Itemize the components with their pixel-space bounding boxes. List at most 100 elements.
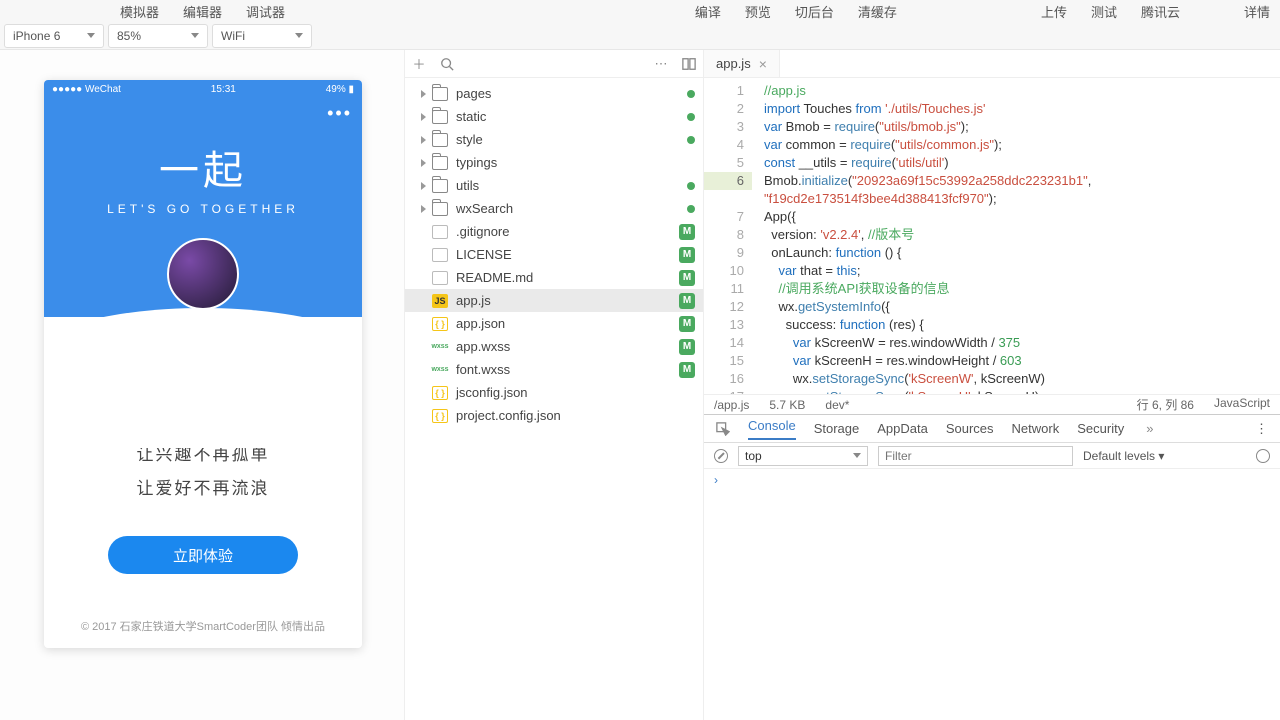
menu-item[interactable]: 调试器: [246, 2, 285, 21]
menu-item[interactable]: 编辑器: [183, 2, 222, 21]
console-prompt: ›: [714, 473, 718, 487]
device-select[interactable]: iPhone 6: [4, 24, 104, 48]
code-editor[interactable]: 123456789101112131415161718 //app.jsimpo…: [704, 78, 1280, 394]
devtools-tab-console[interactable]: Console: [748, 418, 796, 440]
chevron-down-icon: [87, 33, 95, 38]
network-select[interactable]: WiFi: [212, 24, 312, 48]
devtools-tab-security[interactable]: Security: [1077, 421, 1124, 436]
file-tree-item[interactable]: { }jsconfig.json: [405, 381, 703, 404]
caret-icon: [421, 182, 426, 190]
menu-item[interactable]: 测试: [1091, 2, 1117, 21]
devtools-panel: Console Storage AppData Sources Network …: [704, 414, 1280, 720]
avatar: [167, 238, 239, 310]
search-icon[interactable]: [439, 56, 455, 72]
split-icon[interactable]: [681, 56, 697, 72]
caret-icon: [421, 205, 426, 213]
app-title: 一起: [44, 128, 362, 196]
console-body[interactable]: ›: [704, 469, 1280, 720]
inspect-icon[interactable]: [716, 422, 730, 436]
menu-item[interactable]: 预览: [745, 2, 771, 21]
file-tree-item[interactable]: style: [405, 128, 703, 151]
file-tree-item[interactable]: utils: [405, 174, 703, 197]
file-name: static: [456, 109, 486, 124]
json-icon: { }: [432, 409, 448, 423]
more-icon[interactable]: ⋯: [653, 56, 669, 72]
caret-icon: [421, 159, 426, 167]
slogan-line-2: 让爱好不再流浪: [44, 472, 362, 506]
clear-console-icon[interactable]: [714, 449, 728, 463]
file-tree-item[interactable]: .gitignoreM: [405, 220, 703, 243]
menu-item[interactable]: 腾讯云: [1141, 2, 1180, 21]
file-tree-item[interactable]: JSapp.jsM: [405, 289, 703, 312]
devtools-tab-storage[interactable]: Storage: [814, 421, 860, 436]
zoom-select[interactable]: 85%: [108, 24, 208, 48]
tab-label: app.js: [716, 56, 751, 71]
json-icon: { }: [432, 386, 448, 400]
status-badge: M: [679, 270, 695, 286]
status-badge: M: [679, 247, 695, 263]
js-icon: JS: [432, 294, 448, 308]
menu-item[interactable]: 详情: [1244, 2, 1270, 21]
chevron-down-icon: [191, 33, 199, 38]
file-tree-item[interactable]: static: [405, 105, 703, 128]
log-levels-select[interactable]: Default levels ▾: [1083, 449, 1164, 463]
status-badge: [687, 113, 695, 121]
file-name: utils: [456, 178, 479, 193]
file-icon: [432, 248, 448, 262]
settings-icon[interactable]: [1256, 449, 1270, 463]
file-tree-item[interactable]: { }app.jsonM: [405, 312, 703, 335]
caret-icon: [421, 90, 426, 98]
file-tree-item[interactable]: README.md M: [405, 266, 703, 289]
file-name: LICENSE: [456, 247, 512, 262]
more-icon[interactable]: •••: [327, 103, 352, 124]
devtools-tab-sources[interactable]: Sources: [946, 421, 994, 436]
editor-statusbar: /app.js 5.7 KB dev* 行 6, 列 86 JavaScript: [704, 394, 1280, 414]
status-badge: [687, 90, 695, 98]
time-label: 15:31: [211, 84, 236, 95]
folder-icon: [432, 202, 448, 216]
devtools-tab-network[interactable]: Network: [1012, 421, 1060, 436]
folder-icon: [432, 156, 448, 170]
file-size: 5.7 KB: [769, 398, 805, 412]
file-tree-item[interactable]: wxssapp.wxssM: [405, 335, 703, 358]
close-icon[interactable]: ×: [759, 56, 767, 72]
menu-item[interactable]: 上传: [1041, 2, 1067, 21]
file-name: wxSearch: [456, 201, 513, 216]
file-tree-item[interactable]: wxssfont.wxssM: [405, 358, 703, 381]
toolbar: iPhone 6 85% WiFi: [0, 22, 1280, 50]
add-file-icon[interactable]: ＋: [411, 56, 427, 72]
battery-label: 49% ▮: [326, 84, 354, 95]
cursor-position: 行 6, 列 86: [1137, 396, 1194, 413]
menu-item[interactable]: 切后台: [795, 2, 834, 21]
file-tree-item[interactable]: pages: [405, 82, 703, 105]
file-path: /app.js: [714, 398, 749, 412]
menu-item[interactable]: 清缓存: [858, 2, 897, 21]
menu-item[interactable]: 模拟器: [120, 2, 159, 21]
file-name: pages: [456, 86, 491, 101]
folder-icon: [432, 179, 448, 193]
carrier-label: ●●●●● WeChat: [52, 84, 121, 95]
start-button[interactable]: 立即体验: [108, 536, 298, 574]
filter-input[interactable]: [878, 446, 1073, 466]
editor-tab[interactable]: app.js ×: [704, 50, 780, 77]
file-tree-item[interactable]: typings: [405, 151, 703, 174]
file-name: font.wxss: [456, 362, 510, 377]
file-icon: [432, 271, 448, 285]
devtools-tab-appdata[interactable]: AppData: [877, 421, 928, 436]
file-name: app.js: [456, 293, 491, 308]
file-name: app.wxss: [456, 339, 510, 354]
file-tree-item[interactable]: LICENSE M: [405, 243, 703, 266]
file-tree-item[interactable]: wxSearch: [405, 197, 703, 220]
phone-statusbar: ●●●●● WeChat 15:31 49% ▮: [44, 80, 362, 98]
folder-icon: [432, 110, 448, 124]
context-select[interactable]: top: [738, 446, 868, 466]
folder-icon: [432, 87, 448, 101]
file-name: README.md: [456, 270, 533, 285]
menu-item[interactable]: 编译: [695, 2, 721, 21]
devtools-menu-icon[interactable]: ⋮: [1255, 421, 1268, 437]
wxss-icon: wxss: [432, 363, 448, 377]
language-label: JavaScript: [1214, 396, 1270, 413]
more-tabs-icon[interactable]: »: [1146, 421, 1153, 436]
editor-tabs: app.js ×: [704, 50, 1280, 78]
file-tree-item[interactable]: { }project.config.json: [405, 404, 703, 427]
